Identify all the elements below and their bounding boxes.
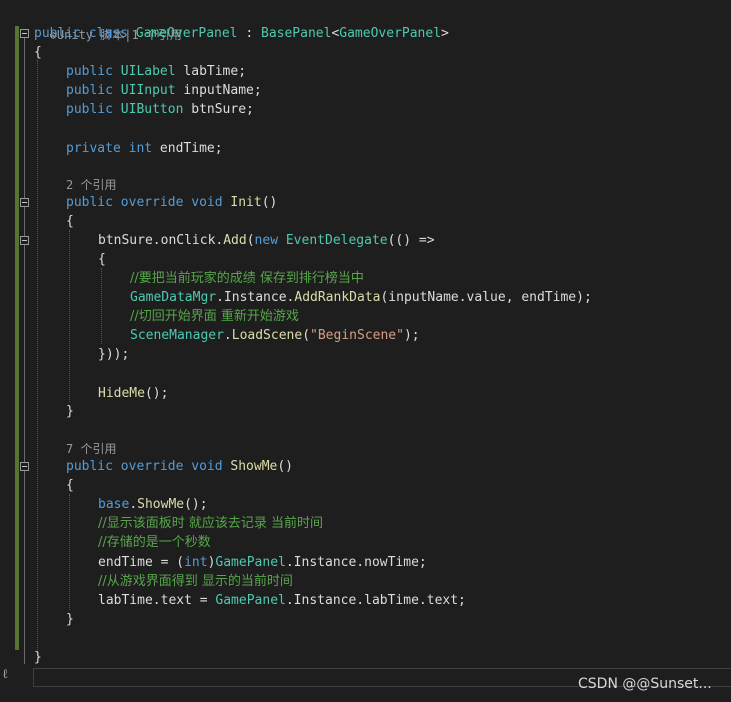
code-line-close-class-brace[interactable]: }	[34, 648, 42, 667]
code-line-load-scene[interactable]: SceneManager.LoadScene("BeginScene");	[130, 326, 420, 345]
code-comment-seconds[interactable]: //存储的是一个秒数	[98, 533, 211, 552]
code-line-open-brace[interactable]: {	[66, 212, 74, 231]
indent-guide	[37, 60, 38, 658]
code-line-open-brace[interactable]: {	[66, 476, 74, 495]
code-line-field-labtime[interactable]: public UILabel labTime;	[66, 62, 246, 81]
indent-guide	[101, 268, 102, 344]
code-line-field-inputname[interactable]: public UIInput inputName;	[66, 81, 262, 100]
code-comment-from-game-panel[interactable]: //从游戏界面得到 显示的当前时间	[98, 572, 293, 591]
code-comment-record-time[interactable]: //显示该面板时 就应该去记录 当前时间	[98, 514, 323, 533]
code-line-close-brace[interactable]: }	[66, 610, 74, 629]
fold-lambda-icon[interactable]	[20, 236, 29, 245]
fold-class-icon[interactable]	[20, 29, 29, 38]
code-comment-save-rank[interactable]: //要把当前玩家的成绩 保存到排行榜当中	[130, 269, 364, 288]
code-line-class-declaration[interactable]: public class GameOverPanel : BasePanel<G…	[34, 24, 449, 43]
indent-guide	[69, 494, 70, 610]
code-line-add-rank-data[interactable]: GameDataMgr.Instance.AddRankData(inputNa…	[130, 288, 592, 307]
code-line-labtime-assign[interactable]: labTime.text = GamePanel.Instance.labTim…	[98, 591, 466, 610]
code-line-base-showme[interactable]: base.ShowMe();	[98, 495, 208, 514]
code-comment-back-to-start[interactable]: //切回开始界面 重新开始游戏	[130, 307, 299, 326]
fold-line	[24, 38, 25, 664]
code-line-close-brace[interactable]: }	[66, 402, 74, 421]
code-line-showme-declaration[interactable]: public override void ShowMe()	[66, 457, 293, 476]
code-line-field-endtime[interactable]: private int endTime;	[66, 139, 223, 158]
scroll-marker-icon: ℓ	[2, 667, 9, 682]
code-line-open-brace[interactable]: {	[98, 250, 106, 269]
code-line-field-btnsure[interactable]: public UIButton btnSure;	[66, 100, 254, 119]
code-line-hideme[interactable]: HideMe();	[98, 384, 168, 403]
fold-init-icon[interactable]	[20, 198, 29, 207]
code-line-onclick-add[interactable]: btnSure.onClick.Add(new EventDelegate(()…	[98, 231, 435, 250]
fold-showme-icon[interactable]	[20, 462, 29, 471]
code-line-close-lambda[interactable]: }));	[98, 345, 129, 364]
code-line-init-declaration[interactable]: public override void Init()	[66, 193, 277, 212]
code-line-endtime-assign[interactable]: endTime = (int)GamePanel.Instance.nowTim…	[98, 553, 427, 572]
indent-guide	[69, 230, 70, 402]
code-line-open-brace[interactable]: {	[34, 43, 42, 62]
change-indicator-bar	[15, 26, 19, 650]
watermark: CSDN @@Sunset...	[578, 676, 712, 692]
